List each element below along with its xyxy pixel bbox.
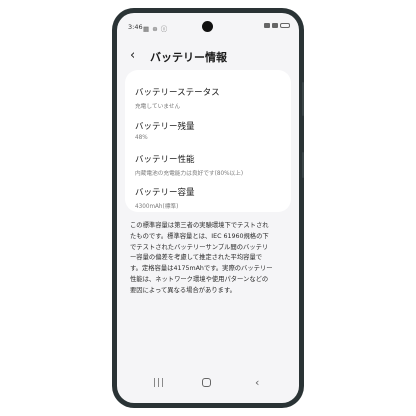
front-camera	[202, 21, 213, 32]
screen: 3:46 ▦ ⊛ ⓘ ‹ バッテリー情報 バッテリーステータス 充電していません…	[117, 13, 299, 403]
battery-icon	[280, 23, 290, 28]
status-bar: 3:46 ▦ ⊛ ⓘ	[117, 13, 299, 35]
wifi-icon	[264, 23, 270, 28]
list-item-battery-level[interactable]: バッテリー残量 48%	[135, 120, 285, 141]
back-button[interactable]: ‹	[130, 47, 135, 65]
status-right-icons	[264, 23, 290, 28]
volume-button	[302, 82, 304, 116]
description-line: す。定格容量は4175mAhです。実際のバッテリー	[130, 265, 273, 273]
description-line: この標準容量は第三者の実験環境下でテストされ	[130, 222, 269, 229]
description-line: ー容量の偏差を考慮して推定された平均容量で	[130, 254, 263, 262]
capacity-description: この標準容量は第三者の実験環境下でテストされ たものです。標準容量とは、IEC …	[130, 221, 290, 297]
item-value: 充電していません	[135, 104, 181, 110]
page-title: バッテリー情報	[150, 51, 227, 64]
item-title: バッテリー性能	[135, 155, 195, 165]
nav-back-button[interactable]: ‹	[255, 376, 259, 390]
navigation-bar: ||| ‹	[117, 371, 299, 401]
item-title: バッテリー残量	[135, 122, 195, 132]
battery-info-card: バッテリーステータス 充電していません バッテリー残量 48% バッテリー性能 …	[125, 70, 291, 212]
power-button	[302, 152, 304, 178]
signal-icon	[272, 23, 278, 28]
notification-icons: ▦ ⊛ ⓘ	[143, 25, 168, 33]
recent-apps-button[interactable]: |||	[153, 376, 165, 390]
home-button[interactable]	[202, 378, 211, 387]
item-title: バッテリー容量	[135, 188, 195, 198]
status-time: 3:46	[128, 23, 143, 31]
item-value: 内蔵電池の充電能力は良好です(80%以上)	[135, 171, 244, 177]
description-line: でテストされたバッテリーサンプル間のバッテリ	[130, 243, 269, 251]
list-item-battery-status[interactable]: バッテリーステータス 充電していません	[135, 86, 285, 110]
item-title: バッテリーステータス	[135, 88, 220, 98]
app-header: ‹ バッテリー情報	[117, 45, 299, 69]
list-item-battery-capacity[interactable]: バッテリー容量 4300mAh(標準)	[135, 186, 285, 210]
description-line: 性能は、ネットワーク環境や使用パターンなどの	[130, 275, 269, 283]
description-line: 要因によって異なる場合があります。	[130, 286, 236, 294]
list-item-battery-performance[interactable]: バッテリー性能 内蔵電池の充電能力は良好です(80%以上)	[135, 153, 285, 177]
item-value: 48%	[135, 135, 148, 141]
description-line: たものです。標準容量とは、IEC 61960規格の下	[130, 232, 269, 240]
item-value: 4300mAh(標準)	[135, 204, 179, 210]
